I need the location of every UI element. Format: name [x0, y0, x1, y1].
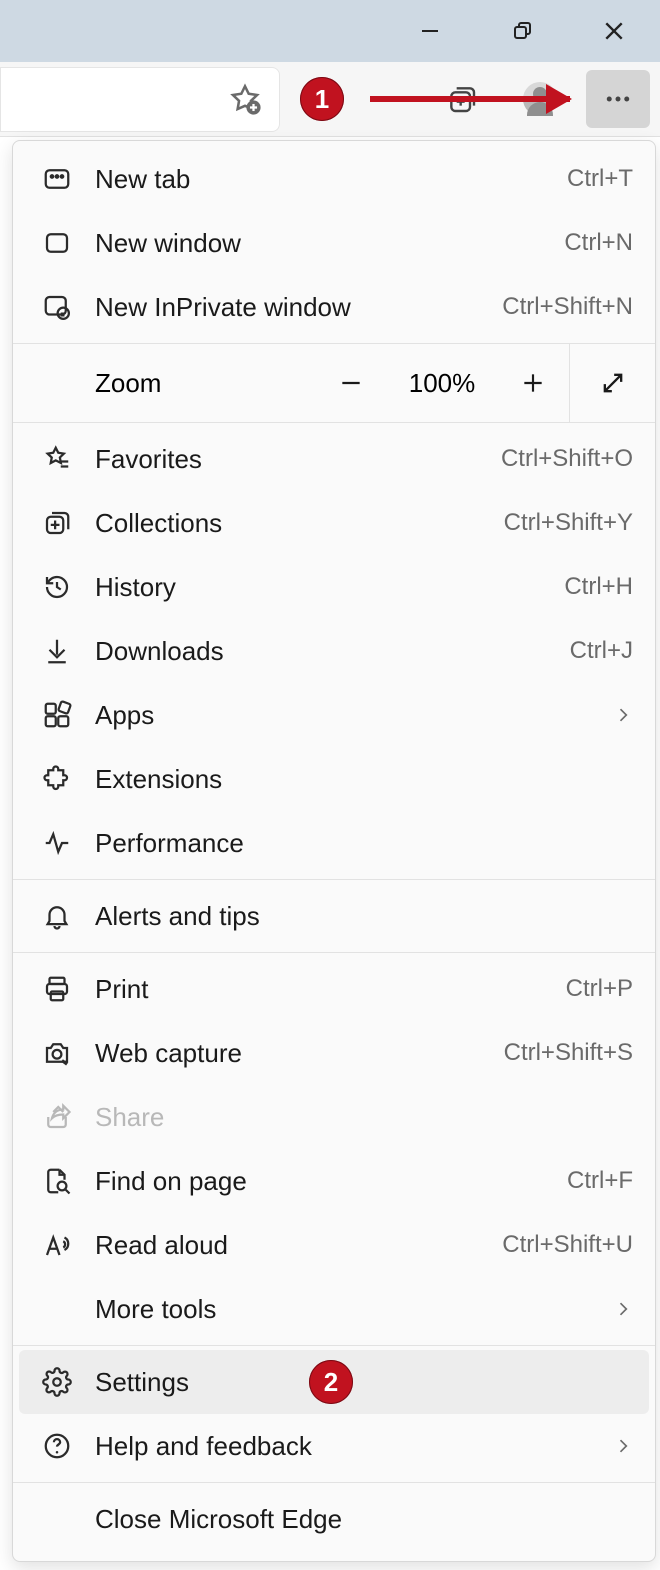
- settings-and-more-button[interactable]: [586, 70, 650, 128]
- menu-new-tab[interactable]: New tab Ctrl+T: [13, 147, 655, 211]
- menu-separator: [13, 1482, 655, 1483]
- menu-collections[interactable]: Collections Ctrl+Shift+Y: [13, 491, 655, 555]
- zoom-out-button[interactable]: [315, 343, 387, 423]
- menu-shortcut: Ctrl+N: [564, 229, 633, 257]
- menu-shortcut: Ctrl+Shift+N: [502, 293, 633, 321]
- fullscreen-button[interactable]: [569, 343, 655, 423]
- menu-more-tools[interactable]: More tools: [13, 1277, 655, 1341]
- zoom-row: Zoom 100%: [13, 343, 655, 423]
- menu-downloads[interactable]: Downloads Ctrl+J: [13, 619, 655, 683]
- zoom-value: 100%: [387, 368, 497, 399]
- chevron-right-icon: [613, 1436, 633, 1456]
- menu-label: Favorites: [83, 444, 501, 475]
- menu-web-capture[interactable]: Web capture Ctrl+Shift+S: [13, 1021, 655, 1085]
- menu-separator: [13, 1345, 655, 1346]
- menu-separator: [13, 952, 655, 953]
- chevron-right-icon: [613, 705, 633, 725]
- performance-icon: [31, 828, 83, 858]
- menu-alerts[interactable]: Alerts and tips: [13, 884, 655, 948]
- menu-share: Share: [13, 1085, 655, 1149]
- menu-label: Extensions: [83, 764, 633, 795]
- chevron-right-icon: [613, 1299, 633, 1319]
- app-menu: New tab Ctrl+T New window Ctrl+N New InP…: [12, 140, 656, 1562]
- menu-label: More tools: [83, 1294, 613, 1325]
- menu-shortcut: Ctrl+Shift+O: [501, 445, 633, 473]
- menu-label: Settings: [83, 1367, 627, 1398]
- menu-close-browser[interactable]: Close Microsoft Edge: [13, 1487, 655, 1551]
- history-icon: [31, 572, 83, 602]
- menu-shortcut: Ctrl+Shift+Y: [504, 509, 633, 537]
- address-bar[interactable]: [0, 67, 280, 132]
- menu-history[interactable]: History Ctrl+H: [13, 555, 655, 619]
- menu-label: New tab: [83, 164, 567, 195]
- downloads-icon: [31, 636, 83, 666]
- menu-shortcut: Ctrl+Shift+S: [504, 1039, 633, 1067]
- read-aloud-icon: [31, 1230, 83, 1260]
- menu-read-aloud[interactable]: Read aloud Ctrl+Shift+U: [13, 1213, 655, 1277]
- gear-icon: [31, 1367, 83, 1397]
- bell-icon: [31, 901, 83, 931]
- menu-shortcut: Ctrl+Shift+U: [502, 1231, 633, 1259]
- menu-label: History: [83, 572, 564, 603]
- menu-separator: [13, 879, 655, 880]
- menu-favorites[interactable]: Favorites Ctrl+Shift+O: [13, 427, 655, 491]
- menu-label: Share: [83, 1102, 633, 1133]
- favorites-icon: [31, 444, 83, 474]
- find-icon: [31, 1166, 83, 1196]
- collections-icon: [31, 508, 83, 538]
- menu-inprivate[interactable]: New InPrivate window Ctrl+Shift+N: [13, 275, 655, 339]
- zoom-label: Zoom: [13, 368, 315, 399]
- menu-shortcut: Ctrl+P: [566, 975, 633, 1003]
- menu-new-window[interactable]: New window Ctrl+N: [13, 211, 655, 275]
- menu-label: Find on page: [83, 1166, 567, 1197]
- menu-shortcut: Ctrl+F: [567, 1167, 633, 1195]
- apps-icon: [31, 700, 83, 730]
- extensions-icon: [31, 764, 83, 794]
- share-icon: [31, 1102, 83, 1132]
- annotation-badge-1: 1: [300, 77, 344, 121]
- camera-icon: [31, 1038, 83, 1068]
- menu-label: New InPrivate window: [83, 292, 502, 323]
- menu-settings[interactable]: Settings 2: [19, 1350, 649, 1414]
- window-titlebar: [0, 0, 660, 62]
- menu-help[interactable]: Help and feedback: [13, 1414, 655, 1478]
- annotation-badge-2: 2: [309, 1360, 353, 1404]
- help-icon: [31, 1431, 83, 1461]
- new-tab-icon: [31, 164, 83, 194]
- menu-shortcut: Ctrl+T: [567, 165, 633, 193]
- inprivate-icon: [31, 292, 83, 322]
- zoom-in-button[interactable]: [497, 343, 569, 423]
- print-icon: [31, 974, 83, 1004]
- annotation-arrow: [370, 96, 570, 102]
- menu-label: Apps: [83, 700, 613, 731]
- minimize-button[interactable]: [384, 0, 476, 62]
- menu-label: Read aloud: [83, 1230, 502, 1261]
- maximize-button[interactable]: [476, 0, 568, 62]
- menu-label: Web capture: [83, 1038, 504, 1069]
- menu-label: Close Microsoft Edge: [83, 1504, 633, 1535]
- menu-performance[interactable]: Performance: [13, 811, 655, 875]
- menu-label: New window: [83, 228, 564, 259]
- menu-label: Collections: [83, 508, 504, 539]
- menu-label: Alerts and tips: [83, 901, 633, 932]
- menu-shortcut: Ctrl+J: [570, 637, 633, 665]
- menu-apps[interactable]: Apps: [13, 683, 655, 747]
- menu-find[interactable]: Find on page Ctrl+F: [13, 1149, 655, 1213]
- menu-shortcut: Ctrl+H: [564, 573, 633, 601]
- menu-label: Performance: [83, 828, 633, 859]
- close-window-button[interactable]: [568, 0, 660, 62]
- menu-label: Downloads: [83, 636, 570, 667]
- window-icon: [31, 228, 83, 258]
- add-favorite-icon[interactable]: [228, 82, 262, 116]
- menu-extensions[interactable]: Extensions: [13, 747, 655, 811]
- menu-print[interactable]: Print Ctrl+P: [13, 957, 655, 1021]
- menu-label: Help and feedback: [83, 1431, 613, 1462]
- menu-label: Print: [83, 974, 566, 1005]
